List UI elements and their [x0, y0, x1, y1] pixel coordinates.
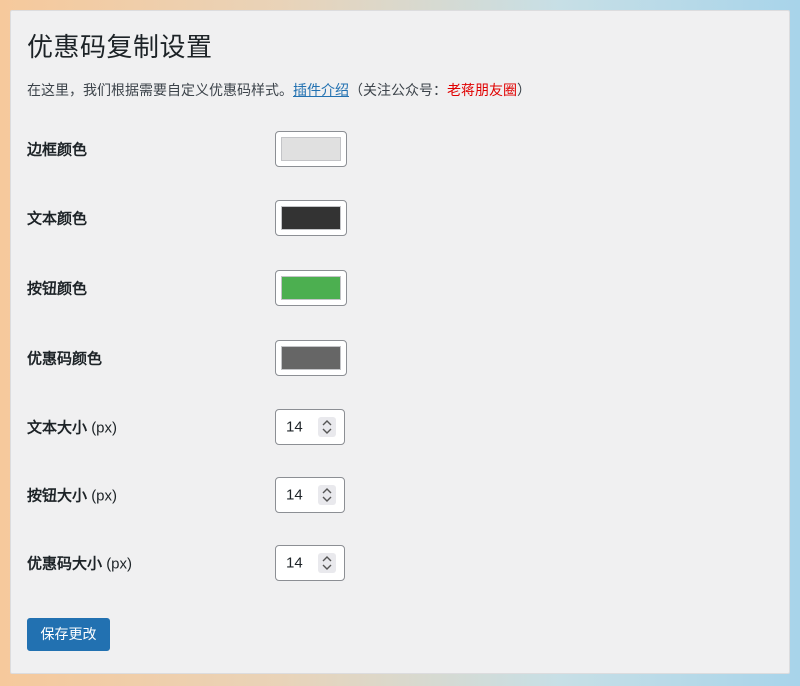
intro-text: 在这里，我们根据需要自定义优惠码样式。插件介绍（关注公众号：老蒋朋友圈）: [27, 80, 531, 100]
button-size-unit: (px): [91, 487, 118, 505]
coupon-color-swatch: [281, 346, 341, 370]
button-size-label: 按钮大小 (px): [27, 485, 117, 506]
text-color-label: 文本颜色: [27, 210, 88, 228]
coupon-size-unit: (px): [106, 555, 133, 573]
border-color-label: 边框颜色: [27, 141, 88, 159]
text-size-value: 14: [286, 418, 303, 436]
border-color-picker[interactable]: [275, 131, 347, 167]
text-size-label: 文本大小 (px): [27, 417, 117, 438]
spinner-arrows-icon: [322, 420, 332, 434]
text-size-spinner[interactable]: [318, 417, 336, 437]
setting-row-button-color: 按钮颜色: [27, 270, 767, 306]
border-color-swatch: [281, 137, 341, 161]
spinner-arrows-icon: [322, 556, 332, 570]
coupon-size-value: 14: [286, 554, 303, 572]
button-color-picker[interactable]: [275, 270, 347, 306]
text-size-input[interactable]: 14: [275, 409, 345, 445]
setting-row-coupon-size: 优惠码大小 (px) 14: [27, 545, 767, 581]
setting-row-button-size: 按钮大小 (px) 14: [27, 477, 767, 513]
spinner-arrows-icon: [322, 488, 332, 502]
save-changes-button[interactable]: 保存更改: [27, 618, 110, 651]
intro-description: 在这里，我们根据需要自定义优惠码样式。: [27, 82, 293, 98]
plugin-intro-link[interactable]: 插件介绍: [293, 82, 349, 98]
setting-row-text-color: 文本颜色: [27, 200, 767, 236]
button-size-label-text: 按钮大小: [27, 487, 88, 505]
page-title: 优惠码复制设置: [27, 32, 213, 62]
coupon-size-label: 优惠码大小 (px): [27, 553, 132, 574]
button-size-spinner[interactable]: [318, 485, 336, 505]
coupon-size-spinner[interactable]: [318, 553, 336, 573]
follow-prefix: （关注公众号：: [349, 82, 447, 98]
text-size-label-text: 文本大小: [27, 419, 88, 437]
button-color-label: 按钮颜色: [27, 280, 88, 298]
follow-suffix: ）: [517, 82, 531, 98]
setting-row-text-size: 文本大小 (px) 14: [27, 409, 767, 445]
text-color-swatch: [281, 206, 341, 230]
button-size-value: 14: [286, 486, 303, 504]
follow-account-name: 老蒋朋友圈: [447, 82, 517, 98]
text-size-unit: (px): [91, 419, 118, 437]
button-size-input[interactable]: 14: [275, 477, 345, 513]
coupon-color-label: 优惠码颜色: [27, 350, 103, 368]
coupon-size-input[interactable]: 14: [275, 545, 345, 581]
coupon-size-label-text: 优惠码大小: [27, 555, 103, 573]
button-color-swatch: [281, 276, 341, 300]
setting-row-coupon-color: 优惠码颜色: [27, 340, 767, 376]
text-color-picker[interactable]: [275, 200, 347, 236]
setting-row-border-color: 边框颜色: [27, 131, 767, 167]
settings-panel: 优惠码复制设置 在这里，我们根据需要自定义优惠码样式。插件介绍（关注公众号：老蒋…: [10, 10, 790, 674]
coupon-color-picker[interactable]: [275, 340, 347, 376]
